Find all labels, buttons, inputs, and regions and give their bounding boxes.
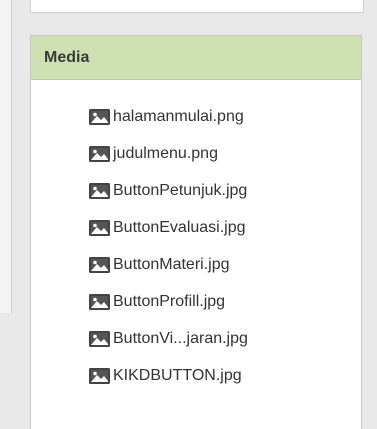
media-item-label: ButtonProfill.jpg	[113, 293, 226, 310]
media-item[interactable]: ButtonVi...jaran.jpg	[89, 325, 248, 353]
media-panel: Media halamanmulai.png judulmenu.png But	[30, 35, 362, 429]
media-panel-title: Media	[44, 48, 90, 66]
media-item[interactable]: ButtonMateri.jpg	[89, 251, 230, 279]
image-icon	[89, 183, 110, 199]
media-item-label: halamanmulai.png	[113, 108, 244, 125]
media-sidebar-region: Media halamanmulai.png judulmenu.png But	[0, 0, 377, 429]
media-item-label: KIKDBUTTON.jpg	[113, 367, 242, 384]
media-item[interactable]: judulmenu.png	[89, 140, 218, 168]
media-item[interactable]: ButtonPetunjuk.jpg	[89, 177, 247, 205]
media-panel-header: Media	[31, 36, 361, 80]
image-icon	[89, 331, 110, 347]
image-icon	[89, 294, 110, 310]
media-item[interactable]: halamanmulai.png	[89, 103, 244, 131]
image-icon	[89, 220, 110, 236]
image-icon	[89, 257, 110, 273]
media-item-label: ButtonEvaluasi.jpg	[113, 219, 246, 236]
image-icon	[89, 109, 110, 125]
image-icon	[89, 368, 110, 384]
media-item[interactable]: ButtonProfill.jpg	[89, 288, 225, 316]
media-item[interactable]: ButtonEvaluasi.jpg	[89, 214, 246, 242]
previous-panel-bottom	[30, 0, 364, 13]
image-icon	[89, 146, 110, 162]
media-item-label: ButtonVi...jaran.jpg	[113, 330, 248, 347]
media-item[interactable]: KIKDBUTTON.jpg	[89, 362, 242, 390]
left-panel-edge	[0, 0, 12, 313]
media-item-label: judulmenu.png	[113, 145, 218, 162]
media-item-label: ButtonPetunjuk.jpg	[113, 182, 248, 199]
media-item-label: ButtonMateri.jpg	[113, 256, 230, 273]
